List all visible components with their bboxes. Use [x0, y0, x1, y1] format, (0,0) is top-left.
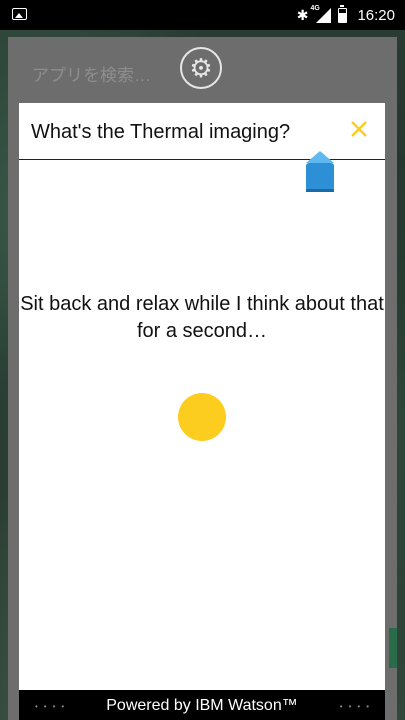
status-icons: ✱ 4G 16:20 — [297, 0, 395, 30]
clock: 16:20 — [357, 6, 395, 24]
powered-by-label: Powered by IBM Watson™ — [106, 697, 298, 714]
close-icon[interactable] — [347, 117, 371, 141]
app-search-input[interactable]: アプリを検索… — [32, 61, 151, 86]
loading-indicator — [178, 393, 226, 441]
thinking-message: Sit back and relax while I think about t… — [20, 293, 384, 342]
location-pin-icon — [306, 151, 334, 192]
query-text: What's the Thermal imaging? — [31, 121, 291, 143]
signal-icon: 4G — [310, 5, 332, 23]
watson-footer: •••• Powered by IBM Watson™ •••• — [19, 690, 385, 720]
background-app-edge — [389, 628, 397, 668]
bluetooth-icon: ✱ — [296, 7, 309, 23]
battery-icon — [338, 4, 348, 23]
image-notification-icon — [12, 8, 27, 20]
footer-dots-right: •••• — [339, 702, 375, 711]
watson-answer-card: What's the Thermal imaging? Sit back and… — [19, 103, 385, 720]
settings-button[interactable]: ⚙ — [180, 47, 222, 89]
gear-icon: ⚙ — [189, 53, 213, 83]
status-bar: ✱ 4G 16:20 — [0, 0, 405, 30]
